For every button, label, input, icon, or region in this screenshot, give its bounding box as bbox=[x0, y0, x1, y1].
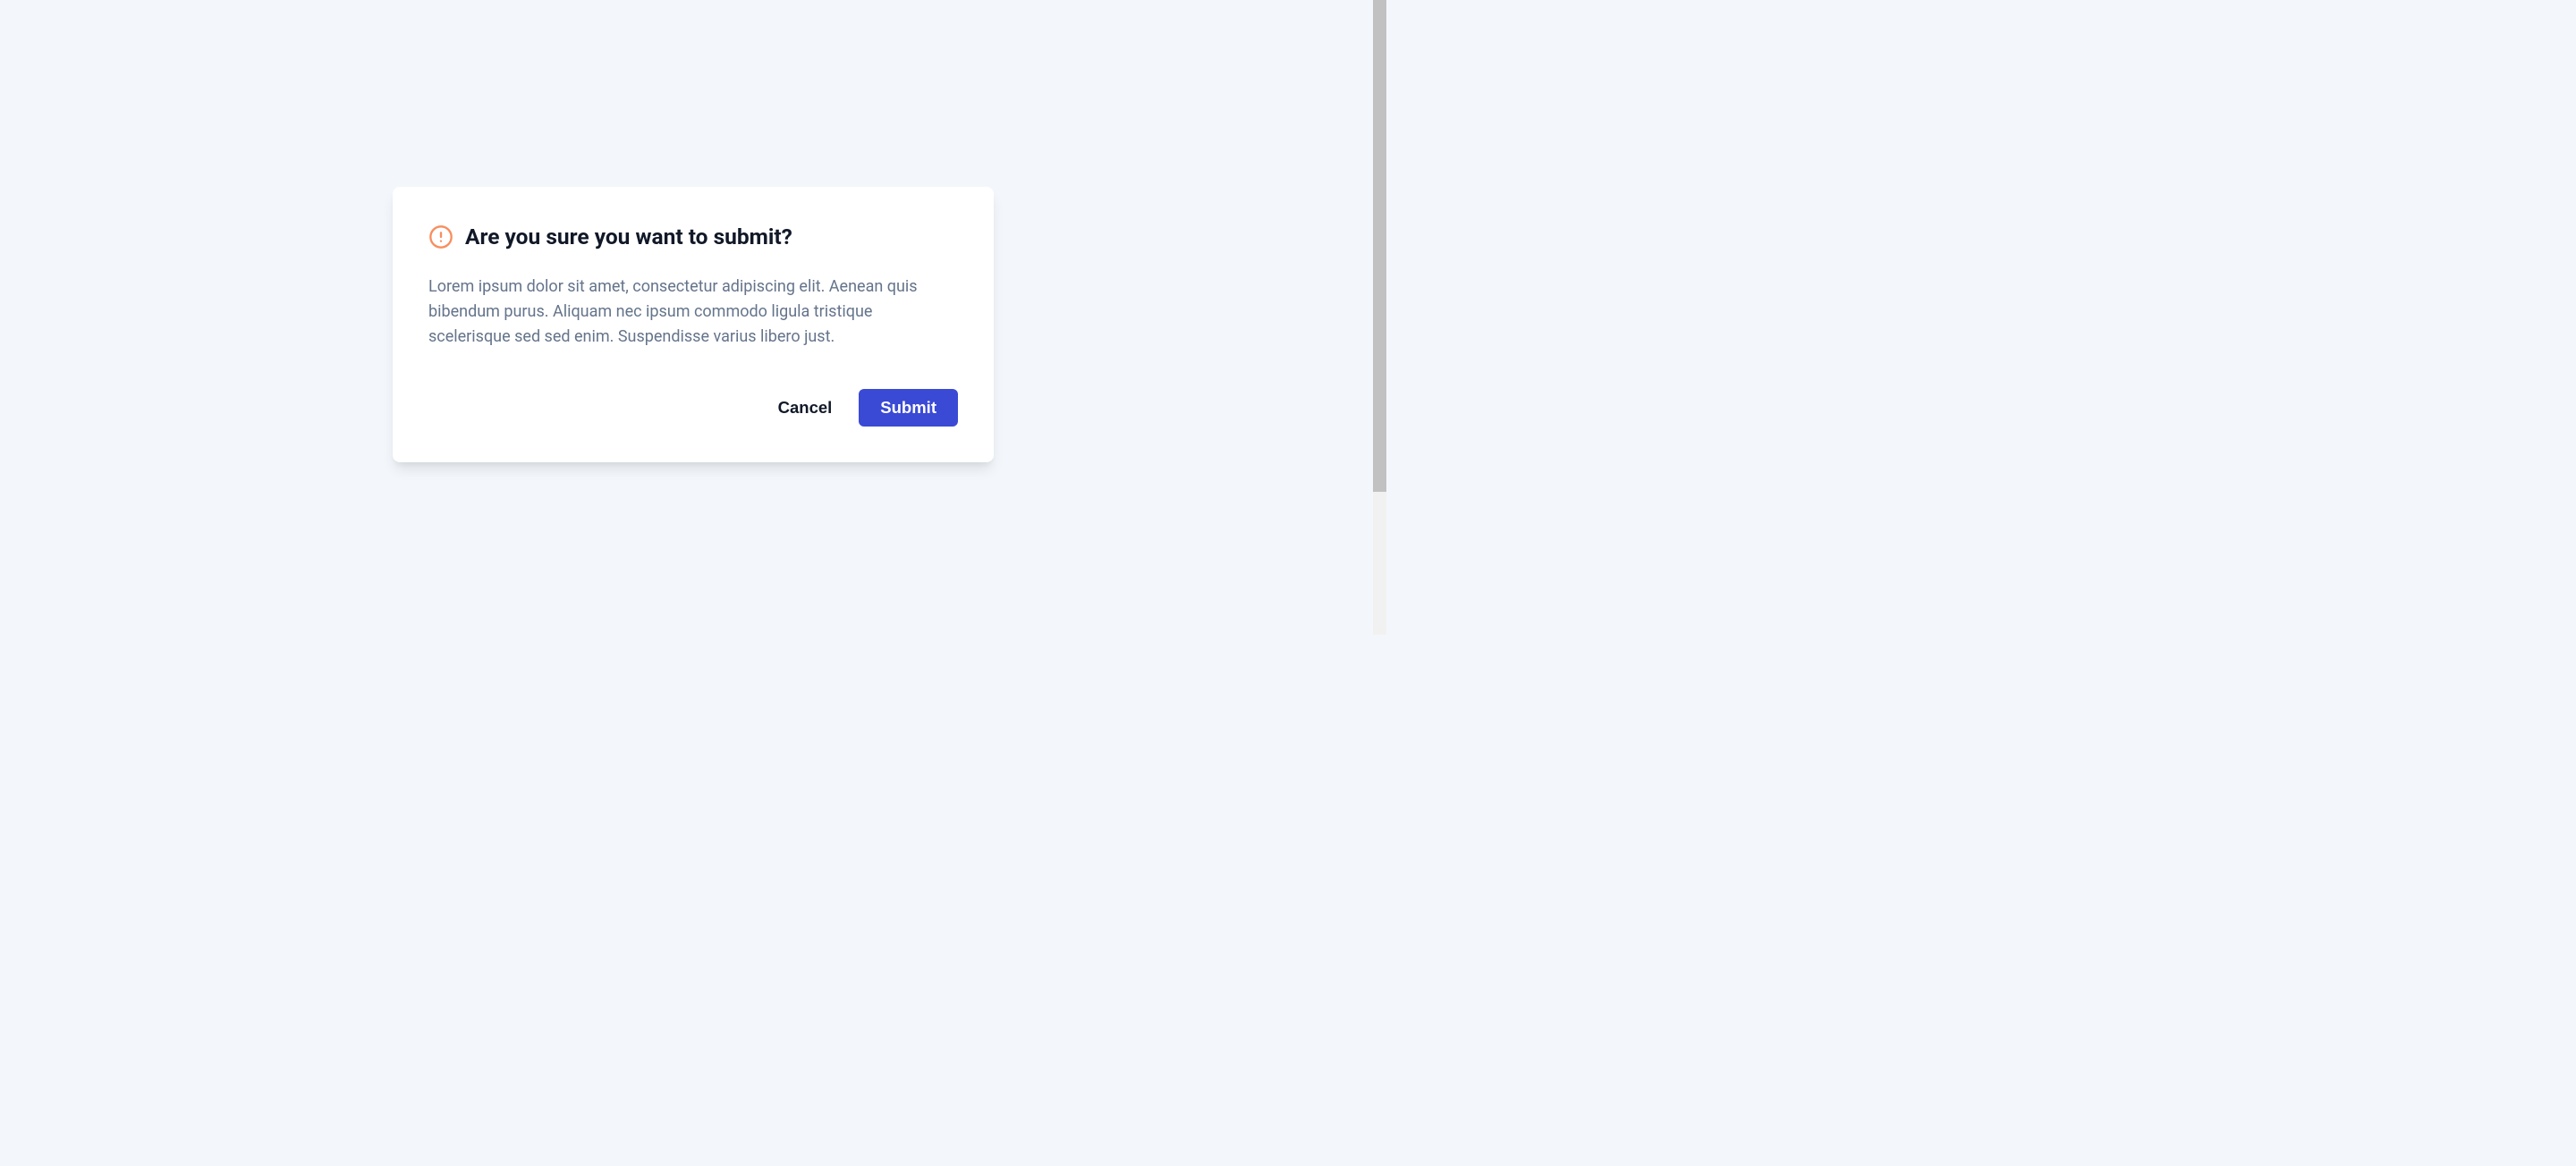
alert-circle-icon bbox=[428, 224, 453, 249]
scrollbar-thumb[interactable] bbox=[1373, 0, 1386, 492]
modal-footer: Cancel Submit bbox=[428, 389, 958, 427]
cancel-button[interactable]: Cancel bbox=[778, 389, 833, 427]
confirmation-modal: Are you sure you want to submit? Lorem i… bbox=[393, 187, 994, 462]
scrollbar-track[interactable] bbox=[1373, 0, 1386, 635]
modal-header: Are you sure you want to submit? bbox=[428, 223, 958, 251]
submit-button[interactable]: Submit bbox=[859, 389, 958, 427]
modal-body-text: Lorem ipsum dolor sit amet, consectetur … bbox=[428, 275, 958, 350]
modal-title: Are you sure you want to submit? bbox=[465, 223, 792, 251]
page-background: Are you sure you want to submit? Lorem i… bbox=[0, 0, 1386, 635]
